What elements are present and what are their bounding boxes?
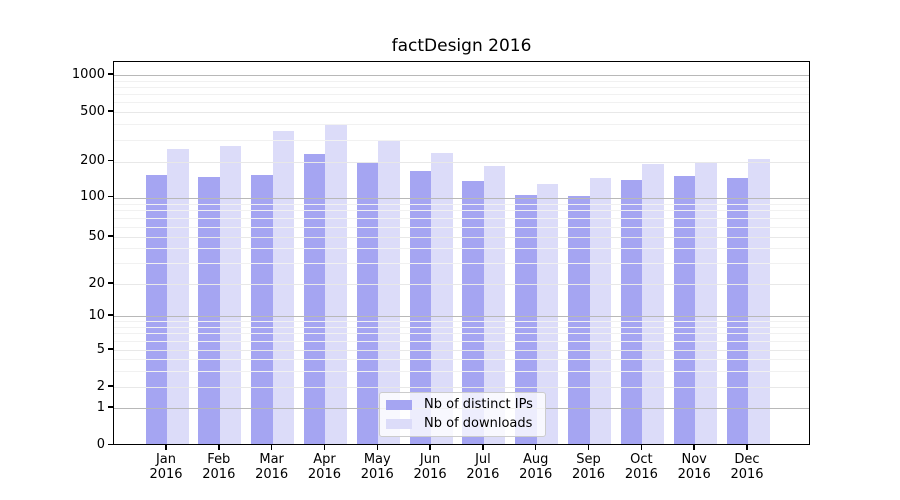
x-tick-mark [640, 444, 643, 450]
legend-row-distinct-ips: Nb of distinct IPs [386, 398, 537, 412]
x-label-year: 2016 [730, 466, 764, 482]
y-tick-mark [108, 73, 113, 75]
y-tick-mark [108, 443, 113, 446]
chart-title: factDesign 2016 [391, 36, 532, 56]
x-tick-mark [534, 444, 537, 450]
y-tick-label: 100 [80, 189, 105, 204]
x-tick-label-dec-2016: Dec 2016 [717, 452, 777, 482]
x-tick-label-jun-2016: Jun 2016 [400, 452, 460, 482]
x-tick-mark [218, 444, 220, 450]
y-tick-label: 500 [80, 103, 105, 119]
bar-distinct-ips-apr-2016 [303, 153, 326, 444]
bar-distinct-ips-sep-2016 [568, 196, 590, 444]
x-tick-label-jul-2016: Jul 2016 [453, 452, 513, 482]
x-label-month: Feb [207, 451, 231, 467]
legend-row-downloads: Nb of downloads [386, 417, 537, 431]
bar-downloads-feb-2016 [219, 146, 242, 444]
y-tick-label: 2 [96, 378, 105, 394]
y-tick-label: 5 [96, 341, 105, 357]
bar-distinct-ips-nov-2016 [673, 175, 696, 444]
x-tick-label-jan-2016: Jan 2016 [136, 452, 196, 482]
chart-figure: factDesign 2016 Nb of distinct IPs Nb of… [0, 0, 900, 500]
x-tick-mark [429, 444, 431, 450]
bar-downloads-sep-2016 [589, 178, 612, 444]
bar-downloads-apr-2016 [325, 125, 347, 444]
x-tick-mark [165, 444, 167, 450]
x-tick-label-feb-2016: Feb 2016 [189, 452, 249, 482]
x-tick-mark [323, 444, 326, 450]
y-tick-mark [108, 110, 113, 112]
x-tick-mark [482, 444, 484, 450]
y-tick-mark [108, 314, 113, 316]
bar-downloads-mar-2016 [272, 131, 295, 444]
x-tick-mark [693, 444, 695, 450]
y-tick-label: 0 [96, 437, 105, 452]
bar-distinct-ips-jan-2016 [145, 174, 167, 444]
y-tick-label: 1000 [71, 66, 105, 82]
x-tick-label-nov-2016: Nov 2016 [664, 452, 724, 482]
y-tick-label: 10 [88, 307, 105, 323]
x-tick-label-may-2016: May 2016 [347, 452, 407, 482]
x-label-year: 2016 [519, 466, 553, 482]
x-label-year: 2016 [307, 466, 341, 482]
x-label-month: Dec [734, 451, 760, 467]
y-tick-label: 50 [88, 228, 105, 244]
x-tick-label-apr-2016: Apr 2016 [294, 452, 354, 482]
x-label-year: 2016 [149, 466, 183, 482]
x-label-year: 2016 [466, 466, 500, 482]
y-tick-label: 200 [80, 153, 105, 168]
legend-swatch-downloads [386, 419, 412, 429]
x-label-month: Sep [576, 451, 601, 467]
bar-distinct-ips-dec-2016 [726, 177, 748, 444]
bar-downloads-dec-2016 [748, 158, 770, 444]
legend-label-downloads: Nb of downloads [424, 416, 533, 431]
x-label-month: Apr [313, 451, 336, 467]
bar-downloads-oct-2016 [642, 164, 664, 444]
plot-area: Nb of distinct IPs Nb of downloads [113, 61, 810, 445]
x-label-year: 2016 [624, 466, 658, 482]
y-tick-label: 1 [96, 399, 105, 415]
bar-distinct-ips-feb-2016 [198, 177, 220, 444]
x-label-month: Jan [155, 451, 177, 467]
x-tick-label-aug-2016: Aug 2016 [506, 452, 566, 482]
x-tick-label-oct-2016: Oct 2016 [611, 452, 671, 482]
y-tick-mark [108, 159, 113, 162]
legend-label-distinct-ips: Nb of distinct IPs [424, 397, 533, 412]
x-label-month: Jul [475, 451, 491, 467]
x-label-month: Oct [630, 451, 653, 467]
x-label-year: 2016 [202, 466, 236, 482]
x-label-year: 2016 [360, 466, 394, 482]
x-label-year: 2016 [413, 466, 447, 482]
y-tick-mark [108, 406, 113, 408]
legend: Nb of distinct IPs Nb of downloads [379, 392, 546, 437]
y-tick-mark [108, 348, 113, 350]
x-label-month: Jun [419, 451, 441, 467]
x-label-month: May [363, 451, 391, 467]
legend-swatch-distinct-ips [386, 400, 412, 410]
x-label-month: Nov [681, 451, 707, 467]
x-label-year: 2016 [571, 466, 606, 482]
x-tick-mark [376, 444, 379, 450]
x-tick-label-mar-2016: Mar 2016 [242, 452, 302, 482]
y-tick-mark [108, 385, 113, 387]
bars-layer [114, 62, 809, 444]
bar-downloads-nov-2016 [695, 163, 717, 444]
y-tick-mark [108, 195, 113, 198]
x-tick-mark [270, 444, 273, 450]
x-tick-mark [587, 444, 590, 450]
bar-distinct-ips-may-2016 [356, 162, 379, 444]
y-tick-label: 20 [88, 275, 105, 291]
bar-distinct-ips-mar-2016 [251, 174, 273, 444]
x-label-year: 2016 [255, 466, 289, 482]
x-tick-mark [746, 444, 748, 450]
x-label-month: Mar [259, 451, 284, 467]
bar-downloads-jan-2016 [167, 149, 189, 444]
y-tick-mark [108, 282, 113, 284]
y-tick-mark [108, 235, 113, 237]
bar-distinct-ips-oct-2016 [620, 180, 643, 444]
x-label-year: 2016 [677, 466, 711, 482]
x-label-month: Aug [523, 451, 549, 467]
x-tick-label-sep-2016: Sep 2016 [559, 452, 619, 482]
